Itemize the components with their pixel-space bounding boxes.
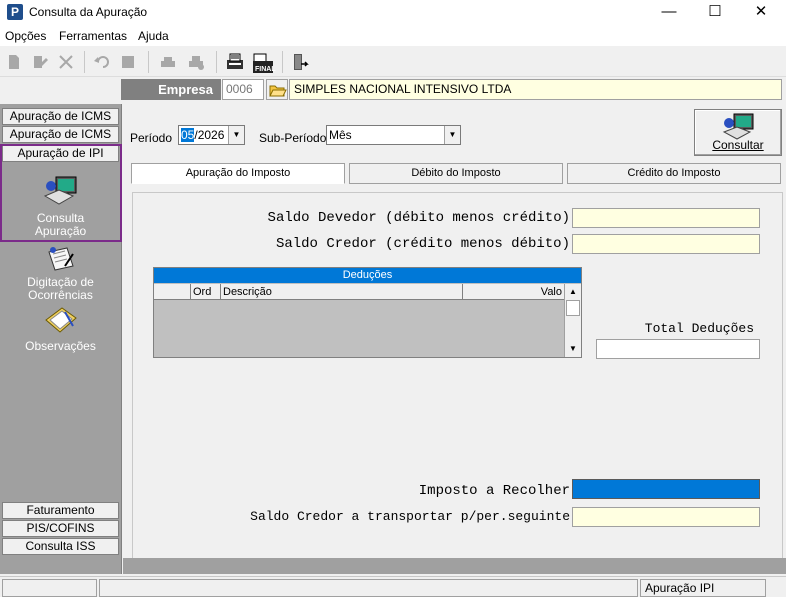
saldo-devedor-field[interactable]: [572, 208, 760, 228]
tab-credito-imposto[interactable]: Crédito do Imposto: [567, 163, 781, 184]
menu-bar: Opções Ferramentas Ajuda: [0, 26, 786, 46]
sidebar-item-observacoes[interactable]: Observações: [2, 304, 119, 353]
scroll-thumb[interactable]: [566, 300, 580, 316]
total-deducoes-field[interactable]: [596, 339, 760, 359]
deducoes-scrollbar[interactable]: ▲ ▼: [564, 284, 581, 357]
periodo-select[interactable]: 05/2026 ▼: [178, 125, 245, 145]
scroll-up-icon[interactable]: ▲: [565, 284, 581, 299]
chevron-down-icon[interactable]: ▼: [444, 126, 460, 144]
sidebar-selection-highlight: [0, 144, 122, 242]
sidebar-tab-faturamento[interactable]: Faturamento: [2, 502, 119, 519]
sidebar-item-label: Digitação de Ocorrências: [27, 275, 94, 302]
empresa-bar: Empresa 0006 SIMPLES NACIONAL INTENSIVO …: [0, 77, 786, 102]
empresa-label: Empresa: [121, 79, 221, 100]
print-preview-icon[interactable]: [186, 52, 206, 72]
status-panel-module: Apuração IPI: [640, 579, 766, 597]
window-title: Consulta da Apuração: [29, 5, 148, 19]
folder-icon: [269, 85, 287, 97]
column-header-indicator: [154, 284, 191, 300]
subperiodo-select[interactable]: Mês ▼: [326, 125, 461, 145]
scroll-down-icon[interactable]: ▼: [565, 341, 581, 356]
deducoes-title: Deduções: [154, 268, 581, 283]
save-icon[interactable]: [118, 52, 138, 72]
subperiodo-label: Sub-Período: [259, 131, 327, 145]
menu-ajuda[interactable]: Ajuda: [138, 29, 169, 43]
sidebar-item-label: Observações: [25, 339, 96, 353]
column-header-ord[interactable]: Ord: [191, 284, 221, 300]
empresa-code-field[interactable]: 0006: [222, 79, 264, 100]
sidebar-tab-icms-st[interactable]: Apuração de ICMS ST: [2, 126, 119, 156]
close-button[interactable]: ✕: [738, 0, 784, 26]
deducoes-header: Ord Descrição Valo: [154, 284, 564, 300]
report-icon[interactable]: [225, 52, 245, 72]
menu-opcoes[interactable]: Opções: [5, 29, 46, 43]
saldo-credor-field[interactable]: [572, 234, 760, 254]
status-panel-2: [99, 579, 638, 597]
imposto-recolher-label: Imposto a Recolher: [418, 483, 570, 499]
app-icon: P: [7, 4, 23, 20]
saldo-transportar-field[interactable]: [572, 507, 760, 527]
open-folder-button[interactable]: [266, 79, 288, 100]
saldo-credor-label: Saldo Credor (crédito menos débito): [275, 236, 570, 252]
status-panel-1: [2, 579, 97, 597]
sidebar-tab-consulta-iss[interactable]: Consulta ISS: [2, 538, 119, 555]
main-content: Período 05/2026 ▼ Sub-Período Mês ▼ Cons…: [123, 104, 786, 574]
chevron-down-icon[interactable]: ▼: [228, 126, 244, 144]
menu-ferramentas[interactable]: Ferramentas: [59, 29, 127, 43]
status-bar: Apuração IPI: [0, 576, 786, 597]
tab-apuracao-imposto[interactable]: Apuração do Imposto: [131, 163, 345, 184]
delete-icon[interactable]: [56, 52, 76, 72]
title-bar: P Consulta da Apuração — ☐ ✕: [0, 0, 786, 26]
sidebar-tab-pis-cofins[interactable]: PIS/COFINS: [2, 520, 119, 537]
empresa-name-field: SIMPLES NACIONAL INTENSIVO LTDA: [289, 79, 782, 100]
edit-icon[interactable]: [30, 52, 50, 72]
saldo-devedor-label: Saldo Devedor (débito menos crédito): [267, 210, 570, 226]
imposto-recolher-field[interactable]: [572, 479, 760, 499]
svg-text:FINAL: FINAL: [255, 66, 276, 73]
new-icon[interactable]: [4, 52, 24, 72]
print-icon[interactable]: [158, 52, 178, 72]
column-header-valor[interactable]: Valo: [463, 284, 564, 300]
column-header-descricao[interactable]: Descrição: [221, 284, 463, 300]
saldo-transportar-label: Saldo Credor a transportar p/per.seguint…: [250, 509, 570, 524]
sidebar-item-digitacao[interactable]: Digitação de Ocorrências: [2, 244, 119, 302]
maximize-button[interactable]: ☐: [692, 0, 738, 26]
toolbar: FINAL: [0, 47, 786, 77]
tab-debito-imposto[interactable]: Débito do Imposto: [349, 163, 563, 184]
sidebar: Apuração de ICMS Apuração de ICMS ST Apu…: [0, 104, 122, 574]
consultar-button[interactable]: Consultar: [694, 109, 782, 156]
undo-icon[interactable]: [92, 52, 112, 72]
total-deducoes-label: Total Deduções: [644, 321, 754, 336]
final-report-icon[interactable]: FINAL: [252, 52, 276, 73]
notebook-icon: [44, 307, 77, 333]
content-bottom-strip: [123, 558, 786, 574]
notepad-icon: [47, 247, 74, 271]
tab-panel: Saldo Devedor (débito menos crédito) Sal…: [132, 192, 783, 567]
sidebar-tab-icms[interactable]: Apuração de ICMS: [2, 108, 119, 125]
exit-icon[interactable]: [290, 52, 310, 72]
periodo-label: Período: [130, 131, 173, 145]
minimize-button[interactable]: —: [646, 0, 692, 26]
deducoes-grid[interactable]: Deduções Ord Descrição Valo ▲ ▼: [153, 267, 582, 358]
